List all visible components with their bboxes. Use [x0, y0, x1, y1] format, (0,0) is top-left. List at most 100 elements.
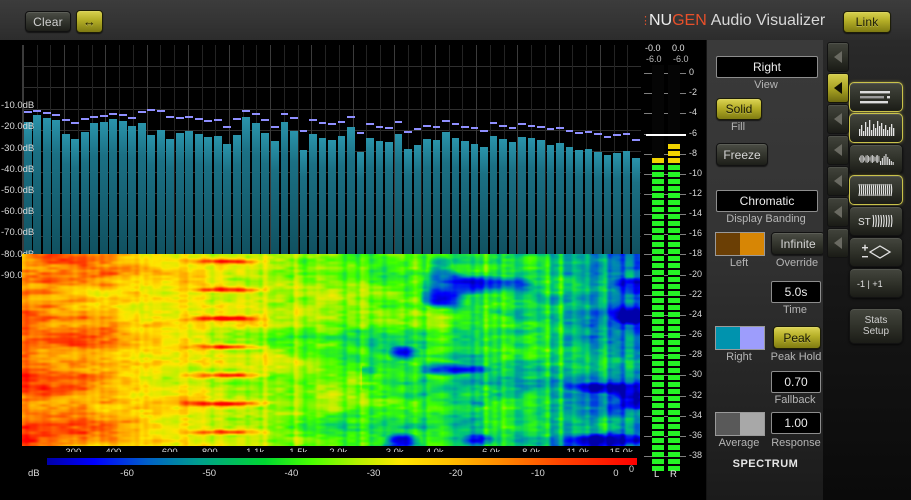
link-button[interactable]: Link [843, 11, 891, 33]
rail-button-levels[interactable] [849, 82, 903, 112]
rail-button-vectorscope[interactable] [849, 237, 903, 267]
peak-hold-marker [166, 116, 175, 119]
meter-segment [668, 410, 680, 415]
left-color-swatch[interactable] [715, 232, 765, 256]
menu-dots-icon[interactable]: ⋮ [640, 15, 651, 26]
colorbar-tick-label: 0 [613, 468, 619, 479]
rail-button-correlation[interactable]: -1 | +1 [849, 268, 903, 298]
meter-segment [652, 200, 664, 205]
override-button[interactable]: Infinite [771, 232, 825, 255]
spectrum-bar [280, 122, 289, 257]
spectrum-bar [337, 136, 346, 257]
meter-segment [668, 347, 680, 352]
meter-segment [668, 256, 680, 261]
rail-arrow-waveform[interactable] [827, 104, 849, 134]
peak-hold-marker [137, 110, 146, 113]
meter-segment [668, 375, 680, 380]
meter-segment [668, 214, 680, 219]
peak-hold-marker [71, 122, 80, 125]
spectrum-bar [594, 152, 602, 257]
spectrum-bar [584, 148, 593, 257]
meter-segment [652, 165, 664, 170]
average-color-swatch[interactable] [715, 412, 765, 436]
view-select[interactable]: Right [716, 56, 818, 78]
colorbar-tick-label: -40 [284, 468, 299, 479]
spectrum-bar [194, 134, 203, 257]
meter-segment [668, 403, 680, 408]
peak-hold-marker [109, 112, 118, 115]
peak-hold-marker [309, 119, 317, 122]
meter-segment [652, 459, 664, 464]
meter-segment [668, 389, 680, 394]
rail-arrow-correlation[interactable] [827, 228, 849, 258]
display-banding-select[interactable]: Chromatic [716, 190, 818, 212]
triangle-left-icon [834, 237, 842, 249]
rail-button-spectrum-bars[interactable] [849, 113, 903, 143]
peak-hold-marker [147, 108, 156, 111]
meter-segment [668, 340, 680, 345]
peak-hold-marker [518, 123, 526, 126]
meter-segment [668, 228, 680, 233]
triangle-left-icon [834, 144, 842, 156]
time-field[interactable]: 5.0s [771, 281, 821, 303]
spectrum-bar [432, 140, 441, 257]
peak-hold-button[interactable]: Peak [773, 326, 821, 349]
spectrum-bar [546, 144, 555, 257]
meter-segment [668, 200, 680, 205]
resize-arrows-button[interactable]: ↔ [76, 10, 103, 33]
meter-segment [668, 382, 680, 387]
rail-button-waveform[interactable] [849, 144, 903, 174]
peak-hold-marker [261, 119, 270, 122]
meter-segment [652, 375, 664, 380]
peak-hold-marker [118, 113, 127, 116]
rail-arrow-spectrogram[interactable] [827, 135, 849, 165]
meter-segment [668, 312, 680, 317]
rail-button-stereo[interactable]: ST [849, 206, 903, 236]
rail-arrow-stereo[interactable] [827, 166, 849, 196]
rail-arrow-vectorscope[interactable] [827, 197, 849, 227]
spectrum-bar [537, 140, 545, 257]
peak-hold-marker [413, 127, 422, 130]
fill-button[interactable]: Solid [716, 98, 762, 120]
freeze-button[interactable]: Freeze [716, 143, 768, 166]
peak-hold-marker [556, 126, 564, 129]
meter-segment [668, 249, 680, 254]
rail-button-spectrogram[interactable] [849, 175, 903, 205]
spectrum-bar [242, 117, 251, 257]
spectrum-bar [632, 158, 640, 257]
average-color-a [716, 413, 740, 435]
peak-hold-marker [632, 139, 640, 142]
rail-arrow-levels[interactable] [827, 42, 849, 72]
spectrum-bar [261, 132, 270, 257]
response-field[interactable]: 1.00 [771, 412, 821, 434]
meter-segment [668, 326, 680, 331]
meter-scale-label: -12 [689, 187, 703, 198]
peak-hold-marker [290, 117, 298, 120]
fallback-field[interactable]: 0.70 [771, 371, 821, 393]
stats-setup-button[interactable]: Stats Setup [849, 308, 903, 344]
spectrum-bar [128, 125, 137, 257]
meter-segment [668, 438, 680, 443]
spectrum-bar-chart[interactable] [22, 45, 641, 257]
spectrogram-display[interactable] [22, 254, 640, 446]
spectrum-bar [185, 130, 194, 257]
level-meters[interactable]: -0.0 0.0 -6.0 -6.0 0 -2 -4 -6 -8 -10 -12 -14 -16 -18-… [629, 43, 706, 498]
right-color-swatch[interactable] [715, 326, 765, 350]
meter-channel-label: L [654, 469, 660, 480]
vectorscope-icon [856, 242, 896, 262]
spectrum-bar [451, 138, 460, 257]
spectrum-bar [309, 134, 317, 257]
rail-arrow-spectrum-bars[interactable] [827, 73, 849, 103]
meter-segment [652, 410, 664, 415]
colorbar-legend: dB -60 -50 -40 -30 -20 -10 0 [0, 452, 706, 500]
meter-segment [652, 277, 664, 282]
peak-hold-marker [251, 112, 260, 115]
spectrum-bars-icon [856, 118, 896, 138]
stats-setup-line1: Stats [864, 315, 888, 326]
meter-segment [668, 368, 680, 373]
peak-hold-marker [594, 132, 602, 135]
view-label: View [754, 79, 778, 91]
spectrum-bar [508, 142, 517, 257]
clear-button[interactable]: Clear [25, 11, 71, 32]
spectrum-bar [61, 134, 70, 257]
